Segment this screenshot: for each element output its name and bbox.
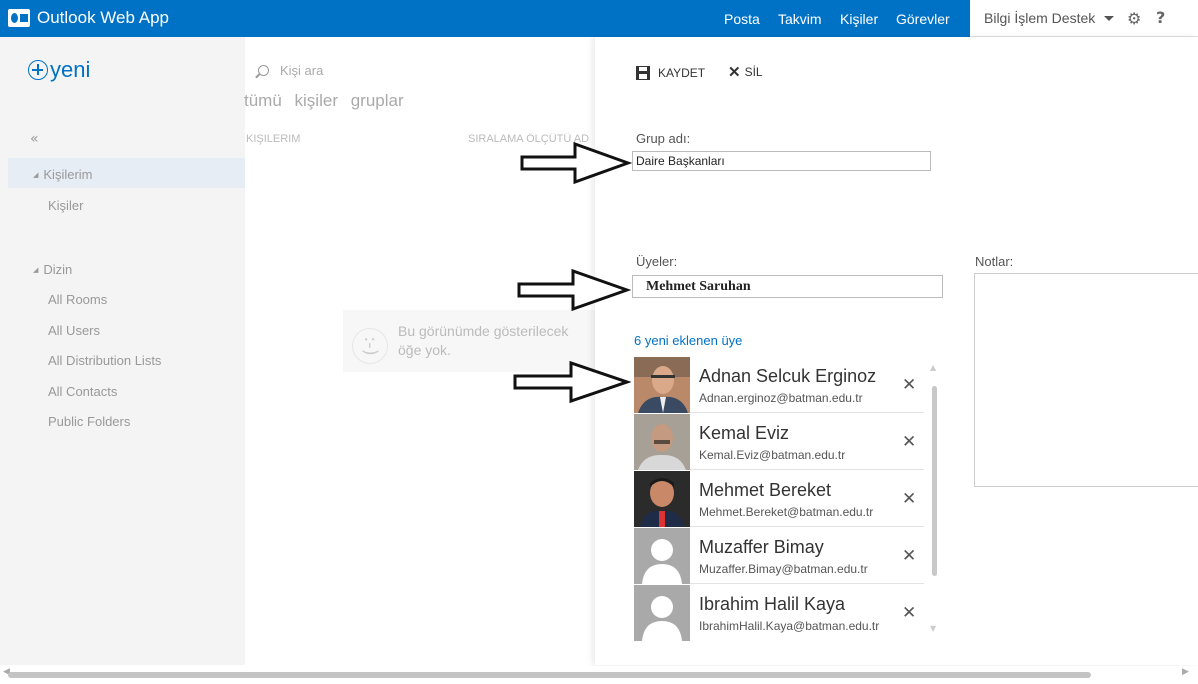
folder-contacts[interactable]: Kişiler: [48, 198, 83, 213]
member-row[interactable]: Mehmet Bereket Mehmet.Bereket@batman.edu…: [634, 471, 924, 527]
nav-people[interactable]: Kişiler: [840, 11, 878, 27]
user-name: Bilgi İşlem Destek: [984, 10, 1096, 26]
top-bar: Outlook Web App Posta Takvim Kişiler Gör…: [0, 0, 1198, 37]
annotation-arrow-icon: [513, 360, 631, 404]
app-title: Outlook Web App: [37, 8, 169, 27]
notes-label: Notlar:: [975, 254, 1014, 269]
filter-contacts[interactable]: kişiler: [295, 91, 338, 110]
remove-member-icon[interactable]: ✕: [902, 489, 916, 509]
directory-all-contacts[interactable]: All Contacts: [48, 384, 117, 399]
member-row[interactable]: Adnan Selcuk Erginoz Adnan.erginoz@batma…: [634, 357, 924, 413]
delete-label: SİL: [744, 65, 763, 79]
filter-groups[interactable]: gruplar: [351, 91, 404, 110]
nav-calendar[interactable]: Takvim: [778, 11, 822, 27]
avatar: [634, 414, 690, 470]
nav-mail[interactable]: Posta: [724, 11, 760, 27]
remove-member-icon[interactable]: ✕: [902, 432, 916, 452]
member-email: Kemal.Eviz@batman.edu.tr: [699, 448, 846, 462]
avatar: [634, 528, 690, 584]
member-email: IbrahimHalil.Kaya@batman.edu.tr: [699, 619, 880, 633]
close-icon: ✕: [728, 64, 741, 81]
group-name-label: Grup adı:: [636, 131, 691, 146]
divider: [690, 469, 924, 470]
member-name: Ibrahim Halil Kaya: [699, 594, 846, 614]
filter-all[interactable]: tümü: [244, 91, 282, 110]
group-name-field[interactable]: Daire Başkanları: [632, 151, 931, 171]
expand-triangle-icon: ◢: [33, 172, 39, 179]
added-members-link[interactable]: 6 yeni eklenen üye: [634, 333, 742, 348]
divider: [690, 526, 924, 527]
folder-my-contacts[interactable]: ◢ Kişilerim: [33, 167, 93, 182]
member-name: Muzaffer Bimay: [699, 537, 824, 557]
divider: [690, 412, 924, 413]
scroll-right-icon[interactable]: ▶: [1182, 667, 1189, 677]
member-email: Muzaffer.Bimay@batman.edu.tr: [699, 562, 868, 576]
user-menu[interactable]: Bilgi İşlem Destek ⚙ ?: [970, 0, 1198, 37]
member-name: Kemal Eviz: [699, 423, 790, 443]
member-list-scrollbar[interactable]: [932, 386, 937, 576]
annotation-arrow-icon: [517, 268, 631, 312]
remove-member-icon[interactable]: ✕: [902, 603, 916, 623]
new-button-label: yeni: [50, 57, 91, 82]
search-placeholder: Kişi ara: [280, 63, 324, 78]
save-label: KAYDET: [658, 66, 706, 80]
folder-directory[interactable]: ◢ Dizin: [33, 262, 72, 277]
avatar: [634, 585, 690, 641]
empty-face-icon: :-): [352, 328, 388, 364]
notes-textarea[interactable]: [974, 273, 1198, 487]
search-icon: [258, 65, 269, 76]
help-icon[interactable]: ?: [1156, 8, 1165, 27]
member-row[interactable]: Kemal Eviz Kemal.Eviz@batman.edu.tr ✕: [634, 414, 924, 470]
collapse-pane-icon[interactable]: «: [30, 131, 39, 147]
member-row[interactable]: Muzaffer Bimay Muzaffer.Bimay@batman.edu…: [634, 528, 924, 584]
empty-state-text: Bu görünümde gösterilecek öğe yok.: [398, 323, 569, 358]
horizontal-scrollbar[interactable]: [8, 672, 1091, 678]
avatar: [634, 357, 690, 413]
directory-all-distribution-lists[interactable]: All Distribution Lists: [48, 353, 161, 368]
directory-public-folders[interactable]: Public Folders: [48, 414, 130, 429]
new-button[interactable]: yeni: [28, 57, 90, 83]
expand-triangle-icon: ◢: [33, 267, 39, 274]
chevron-down-icon: [1104, 16, 1114, 21]
member-name: Adnan Selcuk Erginoz: [699, 366, 877, 386]
directory-all-rooms[interactable]: All Rooms: [48, 292, 107, 307]
member-row[interactable]: Ibrahim Halil Kaya IbrahimHalil.Kaya@bat…: [634, 585, 924, 641]
scroll-down-icon[interactable]: ▼: [930, 624, 936, 633]
save-button[interactable]: KAYDET: [636, 66, 705, 80]
search-input[interactable]: Kişi ara: [258, 63, 323, 78]
outlook-logo-icon: [8, 9, 30, 27]
member-email: Adnan.erginoz@batman.edu.tr: [699, 391, 863, 405]
remove-member-icon[interactable]: ✕: [902, 375, 916, 395]
save-icon: [636, 66, 650, 80]
remove-member-icon[interactable]: ✕: [902, 546, 916, 566]
members-label: Üyeler:: [636, 254, 678, 269]
delete-button[interactable]: ✕ SİL: [728, 63, 763, 81]
member-name: Mehmet Bereket: [699, 480, 832, 500]
gear-icon[interactable]: ⚙: [1127, 9, 1141, 28]
app-logo[interactable]: Outlook Web App: [8, 7, 169, 29]
avatar: [634, 471, 690, 527]
divider: [690, 583, 924, 584]
list-header-folder: KIŞILERIM: [246, 133, 301, 145]
plus-circle-icon: [28, 60, 48, 80]
annotation-arrow-icon: [520, 141, 632, 185]
scroll-up-icon[interactable]: ▲: [930, 363, 936, 372]
add-member-field[interactable]: Mehmet Saruhan: [632, 275, 943, 298]
directory-all-users[interactable]: All Users: [48, 323, 100, 338]
nav-tasks[interactable]: Görevler: [896, 11, 950, 27]
member-email: Mehmet.Bereket@batman.edu.tr: [699, 505, 874, 519]
filter-tabs: tümü kişiler gruplar: [244, 91, 412, 111]
